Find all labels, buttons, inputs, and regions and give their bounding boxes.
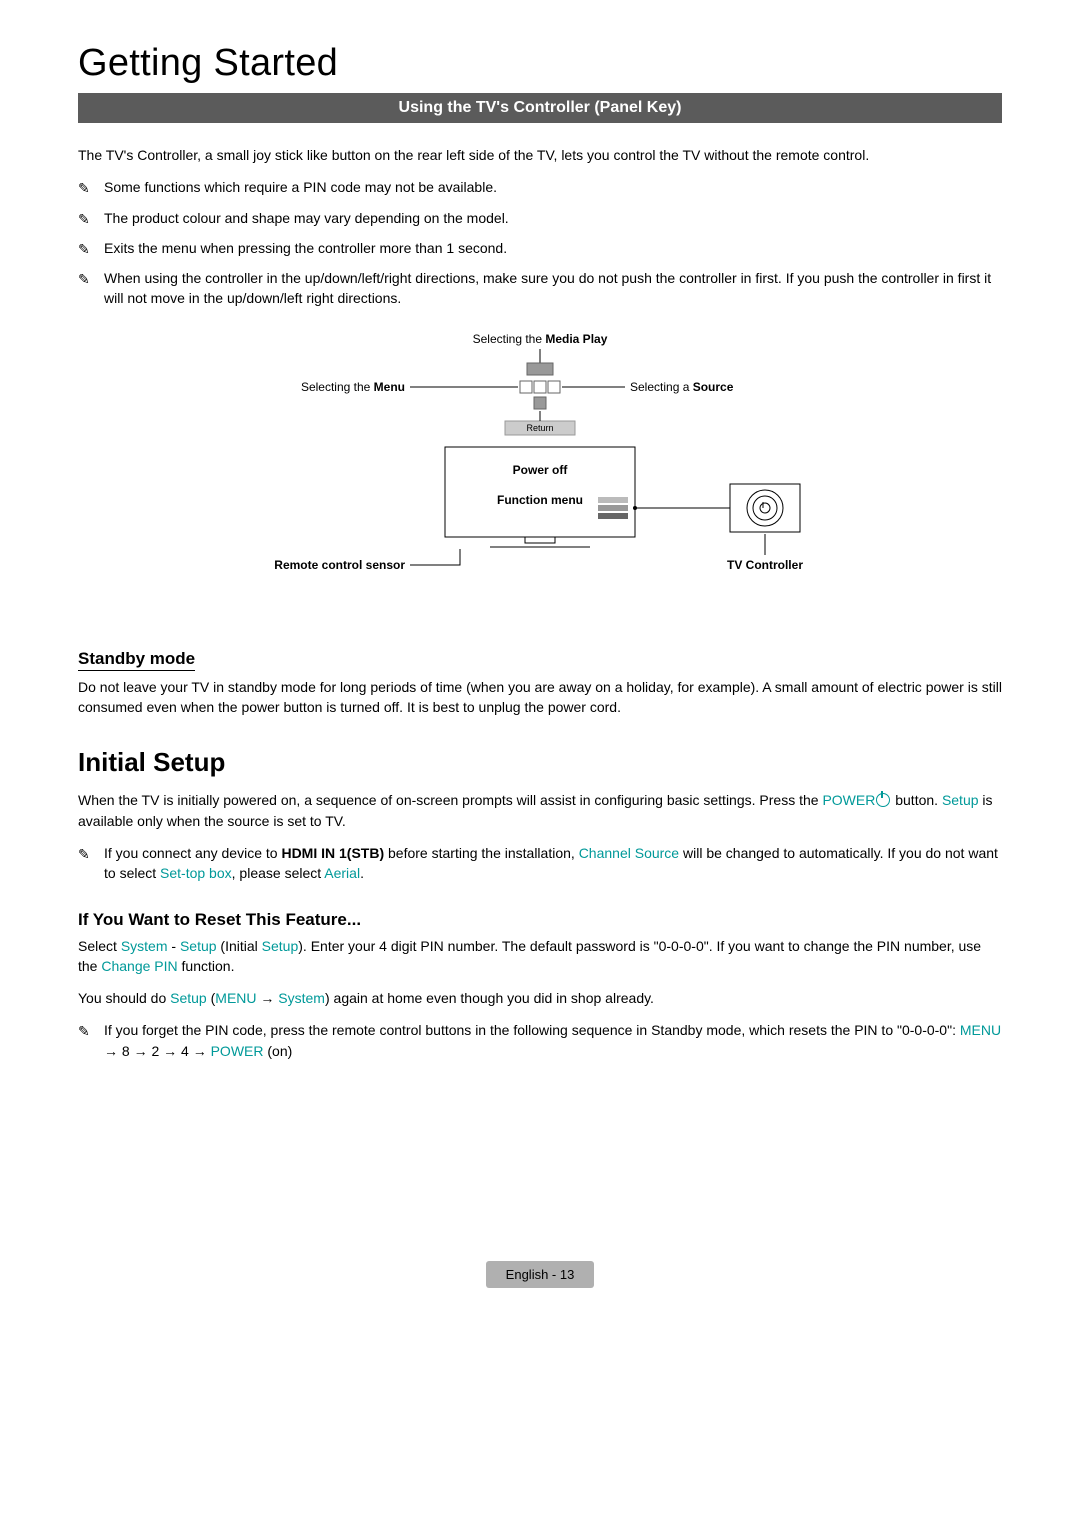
initial-setup-heading: Initial Setup bbox=[78, 747, 1002, 778]
initial-setup-notes: ✎ If you connect any device to HDMI IN 1… bbox=[78, 843, 1002, 884]
note-item: ✎ Some functions which require a PIN code… bbox=[78, 177, 1002, 197]
text-change-pin: Change PIN bbox=[101, 958, 177, 974]
note-item: ✎ The product colour and shape may vary d… bbox=[78, 208, 1002, 228]
text-setup: Setup bbox=[180, 938, 217, 954]
text-aerial: Aerial bbox=[324, 865, 360, 881]
diagram-media-play-prefix: Selecting the bbox=[473, 332, 546, 346]
text: Select bbox=[78, 938, 121, 954]
note-text: When using the controller in the up/down… bbox=[104, 270, 991, 306]
text: (on) bbox=[263, 1043, 292, 1059]
note-icon: ✎ bbox=[78, 844, 90, 864]
intro-paragraph: The TV's Controller, a small joy stick l… bbox=[78, 145, 1002, 165]
text-hdmi: HDMI IN 1(STB) bbox=[281, 845, 384, 861]
text: . bbox=[360, 865, 364, 881]
reset-p1: Select System - Setup (Initial Setup). E… bbox=[78, 936, 1002, 977]
diagram-tv-controller-label: TV Controller bbox=[727, 558, 803, 572]
text: ) again at home even though you did in s… bbox=[325, 990, 654, 1006]
text-settop: Set-top box bbox=[160, 865, 232, 881]
text-power: POWER bbox=[822, 792, 875, 808]
top-notes-list: ✎ Some functions which require a PIN code… bbox=[78, 177, 1002, 308]
text: , please select bbox=[232, 865, 325, 881]
note-icon: ✎ bbox=[78, 269, 90, 289]
note-icon: ✎ bbox=[78, 209, 90, 229]
diagram-menu-bold: Menu bbox=[374, 380, 405, 394]
note-item: ✎ When using the controller in the up/dow… bbox=[78, 268, 1002, 309]
text: before starting the installation, bbox=[384, 845, 579, 861]
reset-notes: ✎ If you forget the PIN code, press the … bbox=[78, 1020, 1002, 1061]
note-text: The product colour and shape may vary de… bbox=[104, 210, 509, 226]
text-channel-source: Channel Source bbox=[579, 845, 679, 861]
diagram-menu-prefix: Selecting the bbox=[301, 380, 374, 394]
note-text: Exits the menu when pressing the control… bbox=[104, 240, 507, 256]
power-icon bbox=[876, 793, 890, 807]
note-icon: ✎ bbox=[78, 239, 90, 259]
text: ( bbox=[207, 990, 216, 1006]
text-setup: Setup bbox=[942, 792, 979, 808]
text-menu: MENU bbox=[960, 1022, 1001, 1038]
chapter-title: Getting Started bbox=[78, 42, 1002, 85]
text: If you forget the PIN code, press the re… bbox=[104, 1022, 960, 1038]
diagram-media-play-bold: Media Play bbox=[545, 332, 607, 346]
svg-text:Selecting the Menu: Selecting the Menu bbox=[301, 380, 405, 394]
text: function. bbox=[178, 958, 235, 974]
text-menu: MENU bbox=[215, 990, 256, 1006]
text: - bbox=[168, 938, 180, 954]
text: (Initial bbox=[217, 938, 262, 954]
page-footer: English - 13 bbox=[78, 1261, 1002, 1288]
text: button. bbox=[891, 792, 942, 808]
note-item: ✎ If you connect any device to HDMI IN 1… bbox=[78, 843, 1002, 884]
reset-heading: If You Want to Reset This Feature... bbox=[78, 910, 1002, 930]
text-power: POWER bbox=[211, 1043, 264, 1059]
diagram-function-menu-label: Function menu bbox=[497, 493, 583, 507]
note-icon: ✎ bbox=[78, 1021, 90, 1041]
text: → 8 → 2 → 4 → bbox=[104, 1043, 211, 1059]
note-text: Some functions which require a PIN code … bbox=[104, 179, 497, 195]
diagram-power-off-label: Power off bbox=[513, 463, 569, 477]
svg-text:Selecting a Source: Selecting a Source bbox=[630, 380, 734, 394]
text: → bbox=[257, 990, 279, 1006]
text-setup: Setup bbox=[170, 990, 207, 1006]
note-item: ✎ Exits the menu when pressing the contro… bbox=[78, 238, 1002, 258]
standby-heading: Standby mode bbox=[78, 649, 195, 671]
tv-controller-icon bbox=[730, 484, 800, 532]
text: You should do bbox=[78, 990, 170, 1006]
section-banner: Using the TV's Controller (Panel Key) bbox=[78, 93, 1002, 123]
note-icon: ✎ bbox=[78, 178, 90, 198]
joystick-icon bbox=[520, 363, 560, 409]
text-system: System bbox=[278, 990, 325, 1006]
text: If you connect any device to bbox=[104, 845, 281, 861]
text-system: System bbox=[121, 938, 168, 954]
reset-p2: You should do Setup (MENU → System) agai… bbox=[78, 988, 1002, 1008]
diagram-source-prefix: Selecting a bbox=[630, 380, 693, 394]
page: Getting Started Using the TV's Controlle… bbox=[0, 0, 1080, 1348]
controller-diagram: Selecting the Media Play Selecting the M… bbox=[230, 329, 850, 589]
diagram-remote-sensor-label: Remote control sensor bbox=[274, 558, 405, 572]
page-number: English - 13 bbox=[486, 1261, 595, 1288]
initial-setup-p1: When the TV is initially powered on, a s… bbox=[78, 790, 1002, 831]
svg-text:Selecting the Media Play: Selecting the Media Play bbox=[473, 332, 608, 346]
text: When the TV is initially powered on, a s… bbox=[78, 792, 822, 808]
diagram-return-label: Return bbox=[526, 423, 553, 433]
text-setup: Setup bbox=[262, 938, 299, 954]
note-item: ✎ If you forget the PIN code, press the … bbox=[78, 1020, 1002, 1061]
diagram-source-bold: Source bbox=[693, 380, 734, 394]
standby-text: Do not leave your TV in standby mode for… bbox=[78, 677, 1002, 718]
